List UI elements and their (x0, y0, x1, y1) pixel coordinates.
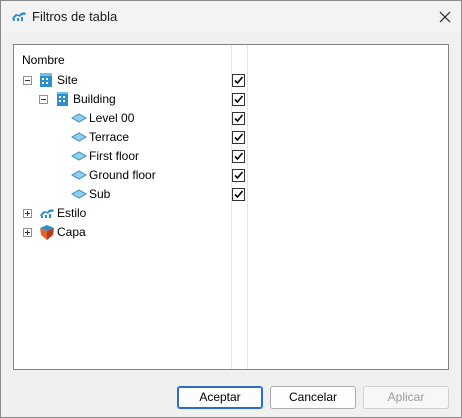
tree-row-building[interactable]: Building (14, 90, 448, 109)
checkmark-icon (234, 76, 244, 85)
collapse-toggle[interactable] (39, 95, 48, 104)
tree-node-label: Level 00 (89, 111, 135, 125)
checkmark-icon (234, 95, 244, 104)
building-icon (57, 92, 68, 106)
building-checkbox[interactable] (232, 93, 245, 106)
site-building-icon (40, 73, 52, 87)
tree-row-level[interactable]: Ground floor (14, 166, 448, 185)
tree-row-level[interactable]: First floor (14, 147, 448, 166)
level-icon (71, 113, 87, 123)
app-logo-icon (12, 12, 26, 21)
level-icon (71, 189, 87, 199)
level-checkbox[interactable] (232, 150, 245, 163)
level-checkbox[interactable] (232, 131, 245, 144)
checkmark-icon (234, 114, 244, 123)
tree-node-label: Sub (89, 187, 111, 201)
tree-node-label: First floor (89, 149, 140, 163)
tree-row-site[interactable]: Site (14, 71, 448, 90)
level-checkbox[interactable] (232, 112, 245, 125)
cancel-button[interactable]: Cancelar (270, 386, 356, 409)
level-checkbox[interactable] (232, 188, 245, 201)
checkmark-icon (234, 190, 244, 199)
title-bar: Filtros de tabla (1, 1, 461, 33)
layer-icon (40, 225, 54, 240)
tree-node-label: Ground floor (89, 168, 156, 182)
expand-toggle[interactable] (23, 209, 32, 218)
site-checkbox[interactable] (232, 74, 245, 87)
tree-row-level[interactable]: Level 00 (14, 109, 448, 128)
checkmark-icon (234, 133, 244, 142)
level-icon (71, 151, 87, 161)
checkmark-icon (234, 171, 244, 180)
tree-panel: Nombre Site Building Level 00 Terrace Fi… (13, 44, 449, 370)
tree-row-style[interactable]: Estilo (14, 204, 448, 223)
level-icon (71, 132, 87, 142)
style-icon (40, 209, 54, 218)
tree-node-label: Terrace (89, 130, 130, 144)
column-header-name: Nombre (22, 53, 65, 67)
close-button[interactable] (429, 1, 461, 33)
tree-node-label: Capa (57, 225, 86, 239)
tree-row-level[interactable]: Sub (14, 185, 448, 204)
tree-row-level[interactable]: Terrace (14, 128, 448, 147)
expand-toggle[interactable] (23, 228, 32, 237)
level-icon (71, 170, 87, 180)
checkmark-icon (234, 152, 244, 161)
tree-row-layer[interactable]: Capa (14, 223, 448, 242)
level-checkbox[interactable] (232, 169, 245, 182)
tree-node-label: Site (57, 73, 78, 87)
apply-button[interactable]: Aplicar (363, 386, 449, 409)
dialog-window: Filtros de tabla Nombre Site Building Le… (0, 0, 462, 418)
close-icon (439, 11, 451, 23)
tree-node-label: Building (73, 92, 116, 106)
dialog-title: Filtros de tabla (32, 9, 118, 24)
tree-node-label: Estilo (57, 206, 87, 220)
collapse-toggle[interactable] (23, 76, 32, 85)
accept-button[interactable]: Aceptar (177, 386, 263, 409)
